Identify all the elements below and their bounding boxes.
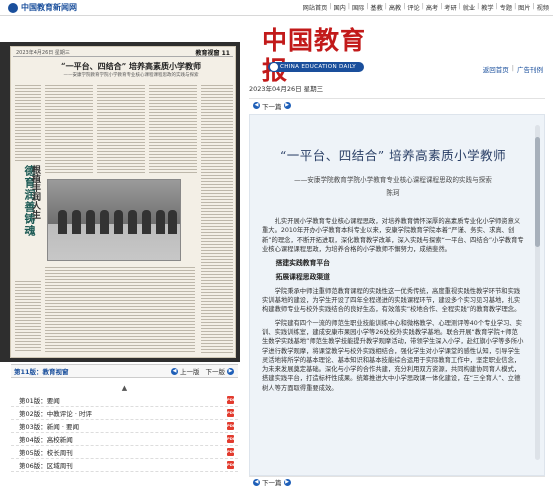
pdf-icon[interactable]: PDF [227, 409, 236, 417]
paper-text-column [201, 83, 233, 353]
home-link[interactable]: 返回首页 [483, 64, 509, 74]
prev-article-icon[interactable]: ◀ [253, 102, 260, 109]
pdf-icon[interactable]: PDF [227, 422, 236, 430]
globe-icon [270, 63, 278, 71]
article-panel: “一平台、四结合” 培养高素质小学教师 ——安康学院教育学院小学教育专业核心课程… [249, 114, 545, 476]
page-list-item[interactable]: 第04版：高校新闻 PDF [11, 433, 238, 446]
prev-article-icon[interactable]: ◀ [253, 478, 260, 486]
page-list: ▲ 第01版：要闻 PDF 第02版：中教评论 · 时评 PDF 第03版：新闻 · 要… [11, 382, 238, 487]
article-nav-bottom: ◀ 下一篇 ▶ [249, 476, 545, 487]
site-logo[interactable]: 中国教育新闻网 [8, 2, 77, 13]
article-title: “一平台、四结合” 培养高素质小学教师 [279, 148, 507, 163]
top-nav-item[interactable]: 网站首页 [303, 3, 328, 12]
top-nav-item[interactable]: 图片 [518, 3, 530, 12]
page-list-label: 第01版：要闻 [19, 397, 60, 405]
page-list-item[interactable]: 第05版：校长周刊 PDF [11, 446, 238, 459]
article-body: 扎实开展小学教育专业核心课程思政，对培养教育情怀深厚的高素质专业化小学师资意义重… [262, 217, 524, 393]
paper-photo [47, 179, 181, 261]
top-nav-item[interactable]: 基教 [370, 3, 382, 12]
top-nav-item[interactable]: 教学 [481, 3, 493, 12]
header-links: 返回首页 | 广告刊例 [482, 64, 543, 74]
next-page-button[interactable]: 下一版 ▶ [205, 366, 234, 376]
paper-text-column [97, 83, 145, 173]
page-list-item[interactable]: 第06版：区域周刊 PDF [11, 459, 238, 472]
article-author: 陈珂 [386, 189, 400, 197]
paper-text-column [15, 83, 41, 161]
page-nav-bar: 第11版：教育视窗 ◀ 上一版 下一版 ▶ [11, 364, 238, 378]
paper-header: 2023年4月26日 星期三 教育视窗 11 [13, 49, 233, 57]
top-nav-item[interactable]: 考研 [444, 3, 456, 12]
paper-text-column [149, 83, 197, 173]
paper-headline[interactable]: “一平台、四结合” 培养高素质小学教师 [41, 61, 221, 72]
paper-text-column [45, 265, 195, 353]
top-nav-item[interactable]: 高教 [389, 3, 401, 12]
prev-page-button[interactable]: ◀ 上一版 [171, 366, 200, 376]
arrow-right-icon: ▶ [227, 367, 234, 375]
next-page-label: 下一版 [205, 368, 226, 376]
paper-subheadline: ——安康学院教育学院小学教育专业核心课程课程思政的实践与探索 [63, 73, 199, 78]
top-bar: 中国教育新闻网 网站首页 | 国内 | 国际 | 基教 | 高教 | 评论 | 高考 | 考研 | 就业 | 教学 |… [0, 0, 553, 16]
top-nav-item[interactable]: 就业 [463, 3, 475, 12]
current-page-label: 第11版：教育视窗 [14, 368, 69, 376]
top-nav-item[interactable]: 国际 [352, 3, 364, 12]
next-article-label[interactable]: 下一篇 [262, 101, 282, 111]
ad-rates-link[interactable]: 广告刊例 [517, 64, 543, 74]
current-date: 2023年04月26日 星期三 [249, 85, 324, 93]
page-list-item[interactable]: 第03版：新闻 · 要闻 PDF [11, 420, 238, 433]
pdf-icon[interactable]: PDF [227, 448, 236, 456]
scrollbar-thumb[interactable] [535, 137, 540, 247]
article-paragraph: 学院建有四个一流的师范生职业技能训练中心和微格教学、心理测评等40个专业学习、实… [262, 319, 524, 392]
masthead: 中国教育报 CHINA EDUCATION DAILY [262, 26, 382, 85]
article-subtitle: ——安康学院教育学院小学教育专业核心课程课程思政的实践与探索 [294, 176, 492, 184]
newspaper-page-image[interactable]: 2023年4月26日 星期三 教育视窗 11 “一平台、四结合” 培养高素质小学… [10, 46, 236, 358]
site-name: 中国教育新闻网 [21, 2, 77, 12]
article-heading: 搭建实践教育平台 [275, 259, 330, 268]
next-article-icon[interactable]: ▶ [283, 478, 291, 486]
page-list-label: 第05版：校长周刊 [19, 449, 73, 457]
paper-text-column [15, 279, 41, 353]
page-list-label: 第02版：中教评论 · 时评 [19, 410, 92, 418]
prev-page-label: 上一版 [180, 368, 200, 376]
top-nav: 网站首页 | 国内 | 国际 | 基教 | 高教 | 评论 | 高考 | 考研 | 就业 | 教学 | 专题 | 图片 | 视频 [302, 3, 549, 12]
paper-date: 2023年4月26日 星期三 [16, 50, 70, 56]
top-nav-item[interactable]: 国内 [333, 3, 345, 12]
article-scrollbar[interactable] [535, 125, 540, 460]
page-list-item[interactable]: 第01版：要闻 PDF [11, 394, 238, 407]
paper-side-title-2[interactable]: 根植丰润人生 [26, 165, 42, 275]
page-list-label: 第03版：新闻 · 要闻 [19, 423, 79, 431]
paper-edition: 教育视窗 11 [195, 50, 230, 57]
top-nav-item[interactable]: 专题 [500, 3, 512, 12]
page-list-label: 第04版：高校新闻 [19, 436, 73, 444]
list-scroll-up-icon[interactable]: ▲ [11, 382, 238, 394]
top-nav-item[interactable]: 评论 [407, 3, 419, 12]
arrow-left-icon: ◀ [171, 367, 178, 375]
pdf-icon[interactable]: PDF [227, 461, 236, 469]
pdf-icon[interactable]: PDF [227, 396, 236, 404]
page-list-label: 第06版：区域周刊 [19, 462, 73, 470]
top-nav-item[interactable]: 视频 [537, 3, 549, 12]
article-paragraph: 扎实开展小学教育专业核心课程思政，对培养教育情怀深厚的高素质专业化小学师资意义重… [262, 218, 524, 253]
next-article-label[interactable]: 下一篇 [262, 477, 282, 487]
article-nav-top: ◀ 下一篇 ▶ [249, 98, 545, 112]
top-nav-item[interactable]: 高考 [426, 3, 438, 12]
article-paragraph: 学院秉承中师注重师范教育课程的实践性这一优秀传统，高度重视实践性教学环节和实践实… [262, 287, 521, 314]
paper-text-column [45, 83, 93, 173]
masthead-subtitle-text: CHINA EDUCATION DAILY [280, 64, 356, 70]
article-heading: 拓展课程思政渠道 [275, 273, 330, 282]
page-list-item[interactable]: 第02版：中教评论 · 时评 PDF [11, 407, 238, 420]
pdf-icon[interactable]: PDF [227, 435, 236, 443]
next-article-icon[interactable]: ▶ [283, 102, 291, 109]
masthead-subtitle: CHINA EDUCATION DAILY [268, 62, 364, 72]
logo-icon [8, 2, 18, 13]
masthead-title: 中国教育报 [262, 26, 367, 85]
